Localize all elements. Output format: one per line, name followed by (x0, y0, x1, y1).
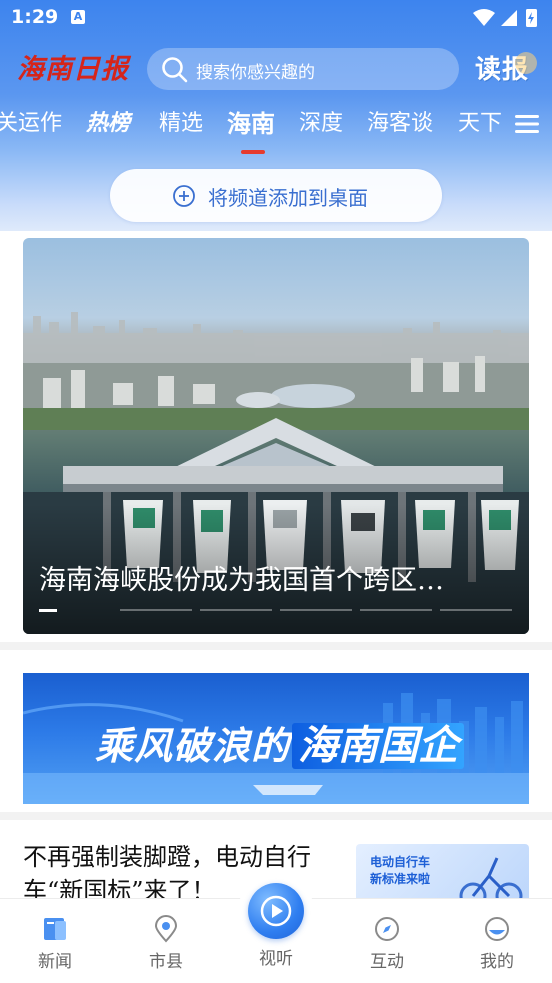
search-icon (162, 57, 188, 83)
logo-text: 海南日报 (17, 54, 129, 85)
search-input[interactable]: 搜索你感兴趣的 (147, 48, 459, 90)
location-pin-icon (154, 915, 178, 943)
carousel-dot-5 (360, 609, 432, 611)
nav-profile-label: 我的 (480, 952, 514, 972)
carousel-indicator (39, 609, 515, 612)
nav-interact[interactable]: 互动 (347, 915, 427, 975)
wifi-icon (473, 9, 495, 26)
channel-tabs: 关运作 热榜 精选 海南 深度 海客谈 天下 (0, 106, 510, 146)
nav-news[interactable]: 新闻 (15, 915, 95, 975)
hero-carousel[interactable]: 海南海峡股份成为我国首个跨区… (23, 238, 529, 634)
app-logo[interactable]: 海南日报 (17, 50, 129, 90)
hero-title[interactable]: 海南海峡股份成为我国首个跨区… (39, 558, 509, 597)
nav-media-button[interactable] (248, 883, 304, 939)
thumbnail-text: 电动自行车 新标准来啦 (370, 854, 430, 888)
tab-hainan[interactable]: 海南 (227, 106, 275, 146)
nav-profile[interactable]: 我的 (457, 915, 537, 975)
carousel-dot-6 (440, 609, 512, 611)
thumbnail-line-2: 新标准来啦 (370, 872, 431, 886)
profile-icon (485, 917, 509, 941)
notification-icon: A (71, 10, 85, 24)
tab-channel-1[interactable]: 关运作 (0, 106, 62, 146)
status-time: 1:29 (11, 6, 59, 28)
compass-icon (375, 917, 399, 941)
banner-slogan-part1: 乘风破浪的 (95, 724, 291, 768)
tab-depth[interactable]: 深度 (299, 106, 343, 146)
section-divider (0, 812, 552, 820)
article-thumbnail[interactable]: 电动自行车 新标准来啦 (356, 844, 529, 900)
tab-haike-talk[interactable]: 海客谈 (367, 106, 433, 146)
news-icon (44, 918, 66, 940)
tab-hot-list[interactable]: 热榜 (86, 106, 130, 146)
search-placeholder: 搜索你感兴趣的 (196, 63, 315, 83)
banner-slogan-part2: 海南国企 (292, 723, 465, 769)
section-divider (0, 642, 552, 650)
add-desktop-label: 将频道添加到桌面 (208, 186, 368, 210)
status-bar: 1:29 A (0, 0, 552, 36)
carousel-dot-2 (120, 609, 192, 611)
banner-slogan: 乘风破浪的 海南国企 (95, 713, 465, 771)
tab-featured[interactable]: 精选 (159, 106, 203, 146)
nav-media-label[interactable]: 视听 (236, 944, 316, 969)
active-tab-indicator (241, 150, 265, 154)
bike-illustration (459, 857, 523, 900)
nav-cities-label: 市县 (149, 952, 183, 972)
carousel-dot-1 (39, 609, 57, 612)
promo-banner[interactable]: 乘风破浪的 海南国企 (23, 673, 529, 804)
status-icons (473, 9, 537, 27)
plus-circle-icon (173, 185, 195, 207)
carousel-dot-3 (200, 609, 272, 611)
carousel-dot-4 (280, 609, 352, 611)
play-icon (260, 895, 292, 927)
signal-icon (501, 10, 517, 26)
add-channel-to-desktop-button[interactable]: 将频道添加到桌面 (110, 169, 442, 222)
nav-interact-label: 互动 (370, 952, 404, 972)
menu-icon[interactable] (515, 114, 539, 134)
read-decoration (515, 52, 537, 74)
nav-cities[interactable]: 市县 (126, 915, 206, 975)
thumbnail-line-1: 电动自行车 (370, 855, 431, 869)
read-newspaper-button[interactable]: 读报 (475, 50, 539, 90)
tab-world[interactable]: 天下 (458, 106, 502, 146)
nav-news-label: 新闻 (38, 952, 72, 972)
